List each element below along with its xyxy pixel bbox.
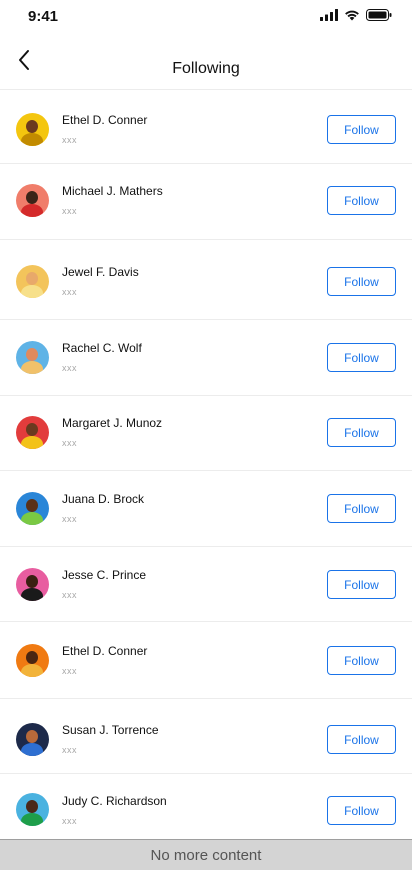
avatar xyxy=(16,341,49,374)
user-name: Michael J. Mathers xyxy=(62,184,163,198)
header: Following xyxy=(0,34,412,90)
user-name: Susan J. Torrence xyxy=(62,723,159,737)
user-name: Margaret J. Munoz xyxy=(62,416,163,430)
list-item: Michael J. Mathers xxx Follow xyxy=(0,164,412,240)
wifi-icon xyxy=(344,9,360,21)
list-item: Rachel C. Wolf xxx Follow xyxy=(0,320,412,396)
user-subtitle: xxx xyxy=(62,816,77,826)
avatar xyxy=(16,265,49,298)
avatar xyxy=(16,492,49,525)
follow-button[interactable]: Follow xyxy=(327,646,396,675)
follow-button[interactable]: Follow xyxy=(327,494,396,523)
user-name: Rachel C. Wolf xyxy=(62,341,142,355)
follow-button[interactable]: Follow xyxy=(327,796,396,825)
following-list: Ethel D. Conner xxx Follow Michael J. Ma… xyxy=(0,90,412,840)
follow-button[interactable]: Follow xyxy=(327,725,396,754)
list-item: Jewel F. Davis xxx Follow xyxy=(0,240,412,320)
follow-button[interactable]: Follow xyxy=(327,418,396,447)
avatar xyxy=(16,723,49,756)
avatar xyxy=(16,568,49,601)
avatar xyxy=(16,793,49,826)
user-name: Juana D. Brock xyxy=(62,492,145,506)
follow-button[interactable]: Follow xyxy=(327,343,396,372)
follow-button[interactable]: Follow xyxy=(327,570,396,599)
list-item: Ethel D. Conner xxx Follow xyxy=(0,622,412,699)
user-name: Jewel F. Davis xyxy=(62,265,139,279)
follow-button[interactable]: Follow xyxy=(327,186,396,215)
user-subtitle: xxx xyxy=(62,287,77,297)
avatar xyxy=(16,416,49,449)
battery-icon xyxy=(366,9,392,21)
list-item: Judy C. Richardson xxx Follow xyxy=(0,774,412,840)
user-subtitle: xxx xyxy=(62,745,77,755)
user-subtitle: xxx xyxy=(62,135,77,145)
list-item: Ethel D. Conner xxx Follow xyxy=(0,90,412,164)
avatar xyxy=(16,113,49,146)
list-item: Susan J. Torrence xxx Follow xyxy=(0,699,412,774)
list-item: Margaret J. Munoz xxx Follow xyxy=(0,396,412,471)
status-time: 9:41 xyxy=(28,8,59,25)
user-subtitle: xxx xyxy=(62,514,77,524)
avatar xyxy=(16,644,49,677)
status-bar: 9:41 xyxy=(0,0,412,34)
status-icons xyxy=(320,9,392,21)
user-subtitle: xxx xyxy=(62,206,77,216)
no-more-content-banner: No more content xyxy=(0,839,412,870)
user-name: Judy C. Richardson xyxy=(62,794,167,808)
user-subtitle: xxx xyxy=(62,438,77,448)
user-subtitle: xxx xyxy=(62,363,77,373)
avatar xyxy=(16,184,49,217)
list-item: Jesse C. Prince xxx Follow xyxy=(0,547,412,622)
user-name: Ethel D. Conner xyxy=(62,113,148,127)
user-subtitle: xxx xyxy=(62,666,77,676)
follow-button[interactable]: Follow xyxy=(327,267,396,296)
user-name: Jesse C. Prince xyxy=(62,568,147,582)
user-subtitle: xxx xyxy=(62,590,77,600)
user-name: Ethel D. Conner xyxy=(62,644,148,658)
cellular-signal-icon xyxy=(320,9,338,21)
follow-button[interactable]: Follow xyxy=(327,115,396,144)
list-item: Juana D. Brock xxx Follow xyxy=(0,471,412,547)
page-title: Following xyxy=(172,60,240,77)
